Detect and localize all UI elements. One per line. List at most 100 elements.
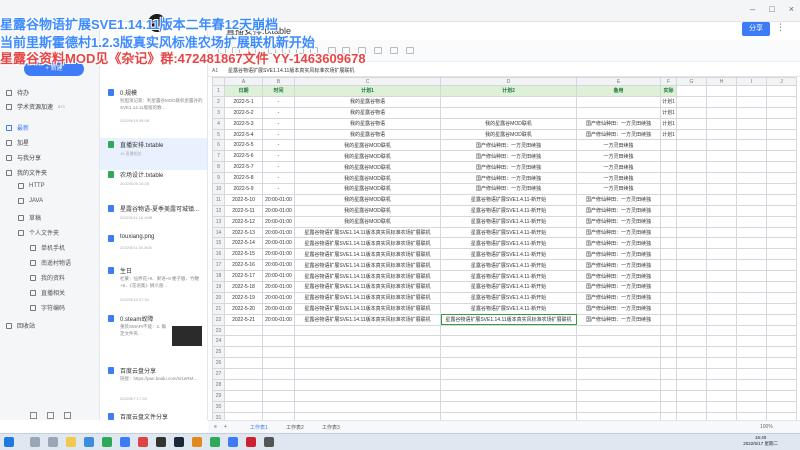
- actual-cell[interactable]: [660, 281, 677, 293]
- cell[interactable]: [576, 379, 661, 391]
- time-cell[interactable]: 20:00-01:00: [262, 237, 295, 250]
- cell[interactable]: [766, 237, 797, 250]
- cell[interactable]: [262, 400, 295, 413]
- cell[interactable]: [766, 85, 797, 97]
- cell[interactable]: [676, 106, 707, 119]
- plan2-cell[interactable]: 星露谷物语扩展SVE1.4.11-新开始: [440, 302, 577, 315]
- date-cell[interactable]: 2022-5-4: [224, 128, 263, 141]
- header-cell[interactable]: 计划1: [294, 85, 441, 97]
- sync-icon[interactable]: [64, 412, 71, 419]
- cell[interactable]: [766, 117, 797, 130]
- time-cell[interactable]: 20:00-01:00: [262, 204, 295, 217]
- cell[interactable]: [736, 368, 767, 381]
- cell[interactable]: [736, 95, 767, 108]
- actual-cell[interactable]: [660, 313, 677, 326]
- cell[interactable]: [224, 324, 263, 337]
- cell[interactable]: [676, 270, 707, 283]
- folder-personal[interactable]: 个人文件夹: [18, 228, 59, 237]
- cell[interactable]: [660, 400, 677, 413]
- actual-cell[interactable]: 计划1: [660, 128, 677, 141]
- folder-standalone-mobile[interactable]: 单机手机: [30, 243, 65, 252]
- cell[interactable]: [576, 368, 661, 381]
- time-cell[interactable]: -: [262, 95, 295, 108]
- tab-sheet-3[interactable]: 工作表3: [322, 424, 340, 431]
- time-cell[interactable]: 20:00-01:00: [262, 193, 295, 206]
- plan1-cell[interactable]: 星露谷物语扩展SVE1.14.11版本真实风标准农场扩展联机: [294, 226, 441, 239]
- backup-cell[interactable]: 国产修仙种田：一方灵田续独: [576, 248, 661, 261]
- cell[interactable]: [660, 357, 677, 370]
- folder-drafts[interactable]: 草稿: [18, 213, 41, 222]
- minimize-button[interactable]: –: [750, 4, 755, 14]
- sheet-table[interactable]: A B C D E F G H I J 1 日期 时间 计划1 计划2 备用 实际 2 2022-5-1- 我的星露谷…: [212, 77, 797, 435]
- italic-icon[interactable]: [296, 47, 304, 54]
- actual-cell[interactable]: [660, 302, 677, 315]
- plan2-cell[interactable]: 我的星露谷MOD联机: [440, 128, 577, 141]
- time-cell[interactable]: -: [262, 183, 295, 195]
- cell[interactable]: [736, 270, 767, 283]
- add-sheet-icon[interactable]: +: [224, 424, 227, 430]
- backup-cell[interactable]: [576, 106, 661, 119]
- plan2-cell[interactable]: 星露谷物语扩展SVE1.4.11-新开始: [440, 226, 577, 239]
- cell[interactable]: [706, 368, 737, 381]
- backup-cell[interactable]: 国产修仙种田：一方灵田续独: [576, 226, 661, 239]
- cell[interactable]: [766, 226, 797, 239]
- date-cell[interactable]: 2022-5-8: [224, 172, 263, 185]
- plan2-cell[interactable]: 国产修仙种田：一方灵田续独: [440, 172, 577, 185]
- cell[interactable]: [736, 204, 767, 217]
- cell[interactable]: [736, 379, 767, 391]
- actual-cell[interactable]: [660, 270, 677, 283]
- cell[interactable]: [576, 389, 661, 402]
- header-cell[interactable]: 日期: [224, 85, 263, 97]
- cell[interactable]: [224, 357, 263, 370]
- row-number[interactable]: 8: [212, 161, 225, 174]
- backup-cell[interactable]: 一方灵田续独: [576, 139, 661, 152]
- cell[interactable]: [706, 248, 737, 261]
- cell[interactable]: [294, 335, 441, 348]
- plan1-cell[interactable]: 我的星露谷MOD联机: [294, 204, 441, 217]
- cell[interactable]: [736, 193, 767, 206]
- time-cell[interactable]: -: [262, 128, 295, 141]
- sidebar-item-todo[interactable]: 待办: [6, 88, 29, 97]
- date-cell[interactable]: 2022-5-10: [224, 193, 263, 206]
- cell[interactable]: [440, 335, 577, 348]
- cell-reference[interactable]: A1: [212, 66, 218, 77]
- backup-cell[interactable]: 国产修仙种田：一方灵田续独: [576, 193, 661, 206]
- column-header[interactable]: I: [736, 77, 767, 86]
- plan2-cell[interactable]: 星露谷物语扩展SVE1.4.11-新开始: [440, 215, 577, 228]
- cell[interactable]: [766, 313, 797, 326]
- cell[interactable]: [676, 368, 707, 381]
- font-icon[interactable]: [268, 47, 276, 54]
- backup-cell[interactable]: 国产修仙种田：一方灵田续独: [576, 313, 661, 326]
- cell[interactable]: [262, 346, 295, 359]
- backup-cell[interactable]: 国产修仙种田：一方灵田续独: [576, 302, 661, 315]
- cell[interactable]: [294, 368, 441, 381]
- cell[interactable]: [766, 95, 797, 108]
- cell[interactable]: [660, 389, 677, 402]
- row-number[interactable]: 22: [212, 313, 225, 326]
- cell[interactable]: [576, 335, 661, 348]
- cell[interactable]: [736, 226, 767, 239]
- cell[interactable]: [676, 281, 707, 293]
- app-icon[interactable]: [246, 437, 256, 447]
- backup-cell[interactable]: 国产修仙种田：一方灵田续独: [576, 259, 661, 272]
- cell[interactable]: [766, 150, 797, 163]
- plan1-cell[interactable]: 我的星露谷物语: [294, 95, 441, 108]
- task-view-icon[interactable]: [48, 437, 58, 447]
- row-number[interactable]: 20: [212, 291, 225, 304]
- cell[interactable]: [706, 128, 737, 141]
- plan1-cell[interactable]: 星露谷物语扩展SVE1.14.11版本真实风标准农场扩展联机: [294, 302, 441, 315]
- time-cell[interactable]: -: [262, 106, 295, 119]
- sidebar-item-recent[interactable]: 最新: [6, 123, 29, 132]
- file-item[interactable]: touxiang.png 2022/5/11 50.3KB: [100, 234, 207, 266]
- time-cell[interactable]: 20:00-01:00: [262, 270, 295, 283]
- actual-cell[interactable]: [660, 183, 677, 195]
- row-number[interactable]: 2: [212, 95, 225, 108]
- actual-cell[interactable]: [660, 291, 677, 304]
- merge-icon[interactable]: [374, 47, 382, 54]
- plan2-cell[interactable]: 国产修仙种田：一方灵田续独: [440, 183, 577, 195]
- file-item[interactable]: 0.steam故障 重装SMAPI不能：2. 确定文件夹...: [100, 314, 207, 356]
- cell[interactable]: [766, 400, 797, 413]
- date-cell[interactable]: 2022-5-3: [224, 117, 263, 130]
- cell[interactable]: [676, 215, 707, 228]
- zoom-level[interactable]: 100%: [760, 424, 773, 430]
